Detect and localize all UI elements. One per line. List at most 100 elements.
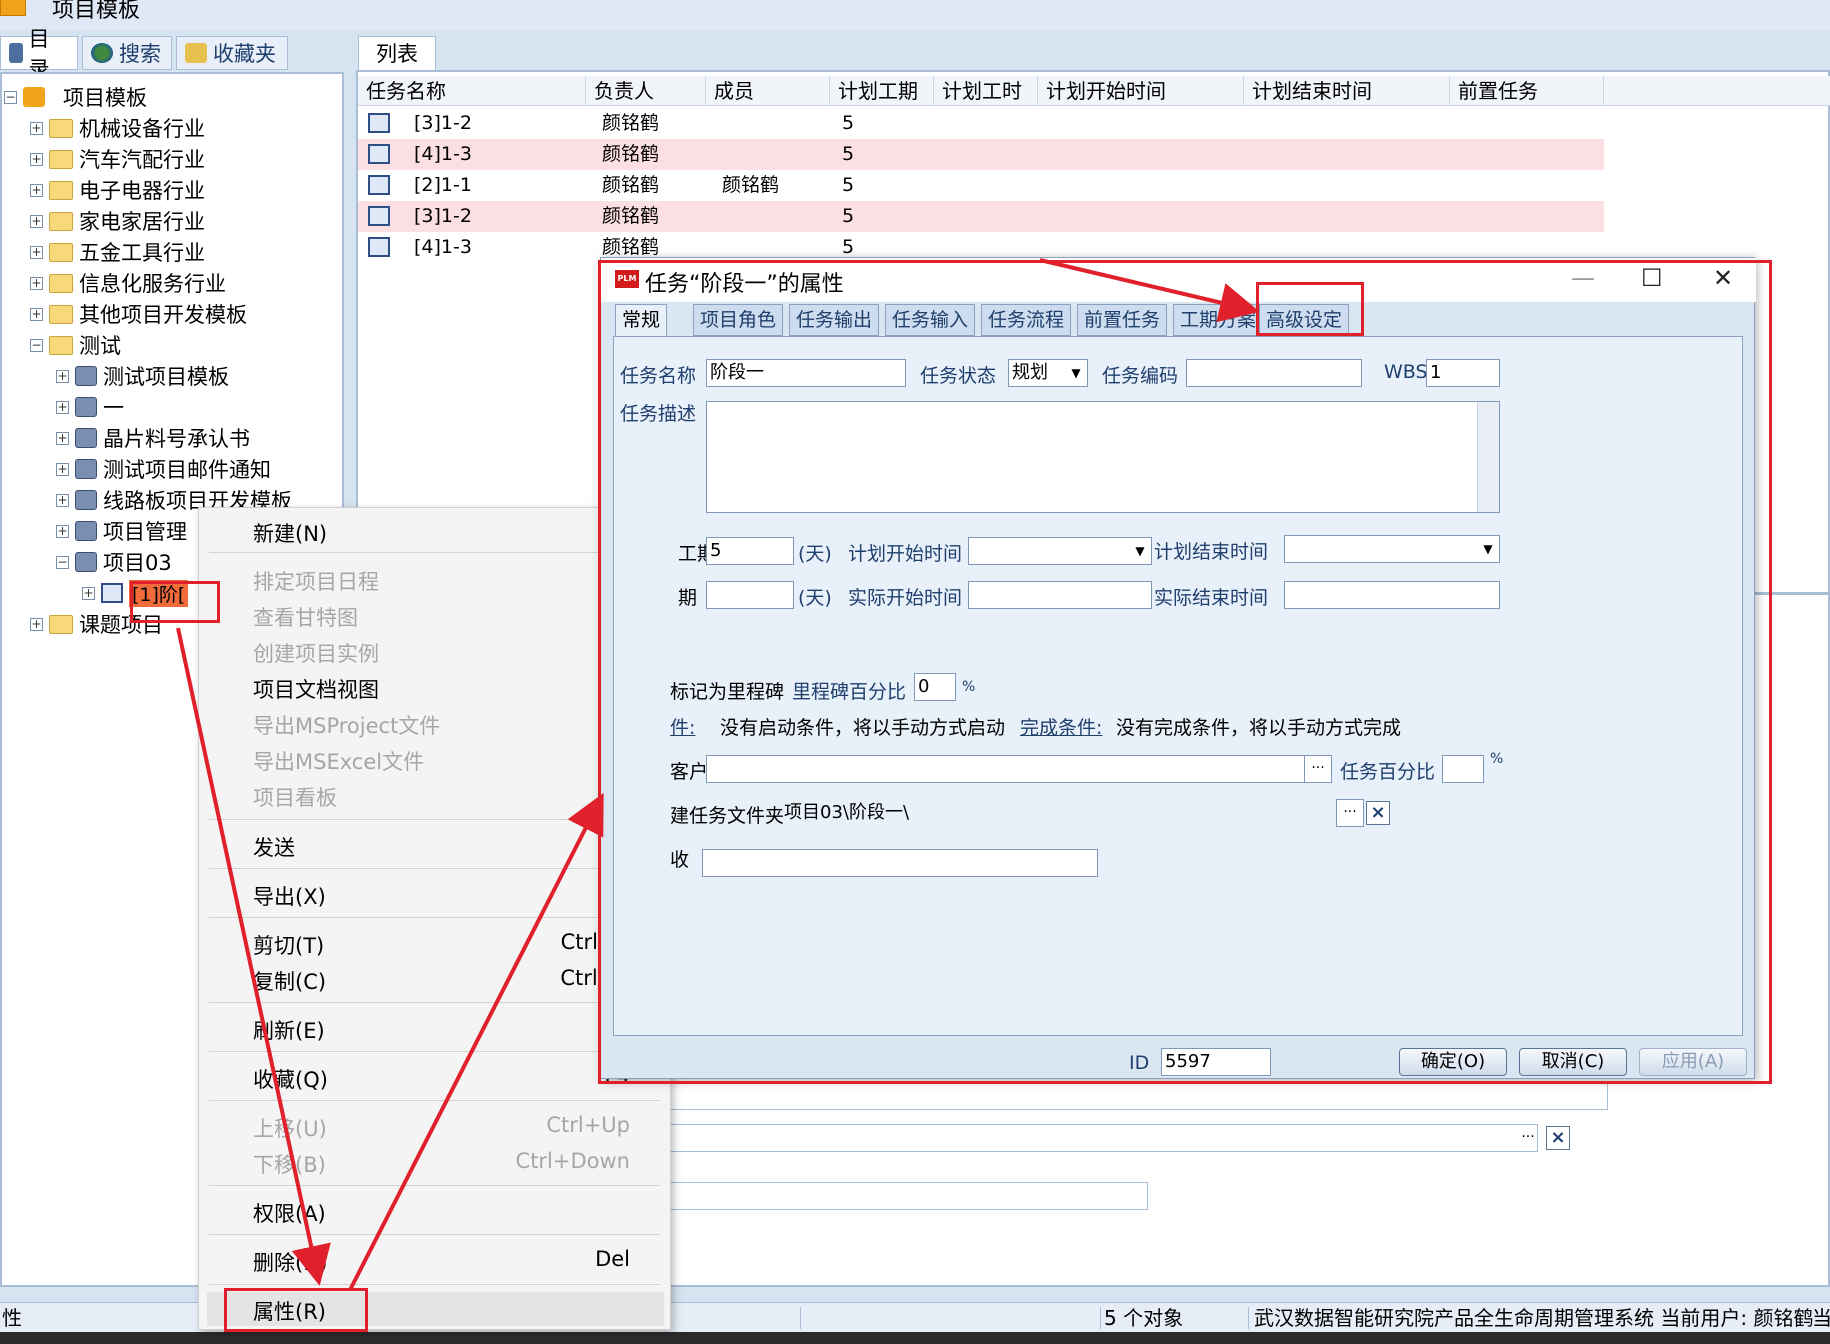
tree-node[interactable]: + 测试项目模板 [56, 361, 229, 391]
task-icon [368, 237, 390, 257]
menu-item-favorite[interactable]: 收藏(Q) [253, 1064, 328, 1094]
expand-icon[interactable]: + [56, 493, 69, 507]
cell-name: [2]1-1 [414, 174, 472, 196]
tree-node[interactable]: + 机械设备行业 [30, 113, 205, 143]
menu-item-schedule[interactable]: 排定项目日程 [253, 566, 379, 596]
expand-icon[interactable]: + [30, 245, 43, 259]
expand-icon[interactable]: + [30, 121, 43, 135]
tree-node[interactable]: − 项目03 [56, 547, 172, 577]
column-header[interactable]: 计划工时 [934, 76, 1038, 106]
folder-icon [49, 211, 73, 231]
column-header[interactable]: 前置任务 [1450, 76, 1604, 106]
cell-owner: 颜铭鹤 [602, 143, 660, 165]
expand-icon[interactable]: + [30, 152, 43, 166]
tree-node-label: 晶片料号承认书 [103, 427, 250, 451]
taskbar-strip [0, 1332, 1830, 1344]
template-icon [75, 490, 97, 510]
menu-separator [209, 552, 660, 553]
task-icon [368, 113, 390, 133]
menu-separator [209, 1234, 660, 1235]
table-row[interactable]: [2]1-1 颜铭鹤 颜铭鹤 5 [358, 170, 1604, 201]
cell-owner: 颜铭鹤 [602, 174, 660, 196]
tree-node[interactable]: + 五金工具行业 [30, 237, 205, 267]
menu-separator [209, 1002, 660, 1003]
menu-item-doc-view[interactable]: 项目文档视图 [253, 674, 379, 704]
template-icon [75, 428, 97, 448]
tree-node-label: 一 [103, 396, 124, 420]
tree-node[interactable]: + 其他项目开发模板 [30, 299, 247, 329]
menu-item-move-down[interactable]: 下移(B) [253, 1149, 326, 1179]
menu-item-create-instance[interactable]: 创建项目实例 [253, 638, 379, 668]
expand-icon[interactable]: + [82, 586, 95, 600]
menu-item-delete[interactable]: 删除(D) [253, 1247, 328, 1277]
table-row[interactable]: [3]1-2 颜铭鹤 5 [358, 201, 1604, 232]
task-icon [101, 583, 123, 603]
collapse-icon[interactable]: − [30, 338, 43, 352]
menu-item-export[interactable]: 导出(X) [253, 881, 326, 911]
tree-node[interactable]: + 电子电器行业 [30, 175, 205, 205]
expand-icon[interactable]: + [56, 462, 69, 476]
menu-item-send[interactable]: 发送 [253, 832, 295, 862]
column-header[interactable]: 负责人 [586, 76, 706, 106]
collapse-icon[interactable]: − [56, 555, 69, 569]
task-icon [368, 144, 390, 164]
menu-item-permission[interactable]: 权限(A) [253, 1198, 326, 1228]
hidden-field[interactable] [658, 1124, 1538, 1152]
menu-item-copy[interactable]: 复制(C) [253, 966, 326, 996]
menu-item-cut[interactable]: 剪切(T) [253, 930, 324, 960]
tree-node[interactable]: + 汽车汽配行业 [30, 144, 205, 174]
collapse-icon[interactable]: − [4, 90, 17, 104]
template-icon [75, 552, 97, 572]
menu-item-new[interactable]: 新建(N) [253, 518, 327, 548]
tab-list[interactable]: 列表 [358, 36, 436, 70]
tree-node[interactable]: + 家电家居行业 [30, 206, 205, 236]
tree-node[interactable]: + 信息化服务行业 [30, 268, 226, 298]
tab-search[interactable]: 搜索 [82, 36, 172, 70]
menu-item-export-msexcel[interactable]: 导出MSExcel文件 [253, 746, 424, 776]
hidden-field[interactable] [658, 1082, 1608, 1110]
browse-icon[interactable]: ··· [1514, 1125, 1542, 1153]
folder-icon [49, 242, 73, 262]
menu-shortcut: Ctrl+Down [515, 1149, 630, 1173]
column-header[interactable]: 计划开始时间 [1038, 76, 1244, 106]
tree-node[interactable]: + 一 [56, 392, 124, 422]
tree-root-label: 项目模板 [63, 86, 147, 110]
column-header[interactable]: 计划结束时间 [1244, 76, 1450, 106]
expand-icon[interactable]: + [30, 617, 43, 631]
tree-node-label: 项目管理 [103, 520, 187, 544]
column-header[interactable]: 成员 [706, 76, 830, 106]
menu-item-export-msproject[interactable]: 导出MSProject文件 [253, 710, 440, 740]
template-icon [75, 459, 97, 479]
expand-icon[interactable]: + [56, 400, 69, 414]
tree-root[interactable]: − 项目模板 [4, 82, 147, 112]
tree-node[interactable]: + 项目管理 [56, 516, 187, 546]
tree-node[interactable]: − 测试 [30, 330, 121, 360]
menu-item-gantt[interactable]: 查看甘特图 [253, 602, 358, 632]
tree-node[interactable]: + 晶片料号承认书 [56, 423, 250, 453]
column-header[interactable]: 计划工期 [830, 76, 934, 106]
expand-icon[interactable]: + [30, 183, 43, 197]
expand-icon[interactable]: + [30, 276, 43, 290]
status-divider [1100, 1307, 1101, 1329]
expand-icon[interactable]: + [56, 369, 69, 383]
table-row[interactable]: [3]1-2 颜铭鹤 5 [358, 108, 1604, 139]
expand-icon[interactable]: + [56, 431, 69, 445]
expand-icon[interactable]: + [30, 307, 43, 321]
catalog-icon [9, 43, 23, 63]
cell-name: [4]1-3 [414, 143, 472, 165]
menu-item-kanban[interactable]: 项目看板 [253, 782, 337, 812]
clear-icon[interactable]: × [1546, 1126, 1570, 1150]
menu-item-refresh[interactable]: 刷新(E) [253, 1015, 325, 1045]
tab-catalog[interactable]: 目录 [0, 27, 78, 81]
expand-icon[interactable]: + [56, 524, 69, 538]
tab-favorites[interactable]: 收藏夹 [176, 36, 288, 70]
table-row[interactable]: [4]1-3 颜铭鹤 5 [358, 139, 1604, 170]
menu-item-move-up[interactable]: 上移(U) [253, 1113, 327, 1143]
column-header[interactable]: 任务名称 [358, 76, 586, 106]
annotation-box-advanced-tab [1256, 282, 1364, 336]
tree-node[interactable]: + 测试项目邮件通知 [56, 454, 271, 484]
tree-node-label: 测试 [79, 334, 121, 358]
expand-icon[interactable]: + [30, 214, 43, 228]
hidden-field[interactable] [658, 1182, 1148, 1210]
grid-header: 任务名称 负责人 成员 计划工期 计划工时 计划开始时间 计划结束时间 前置任务 [358, 76, 1830, 106]
